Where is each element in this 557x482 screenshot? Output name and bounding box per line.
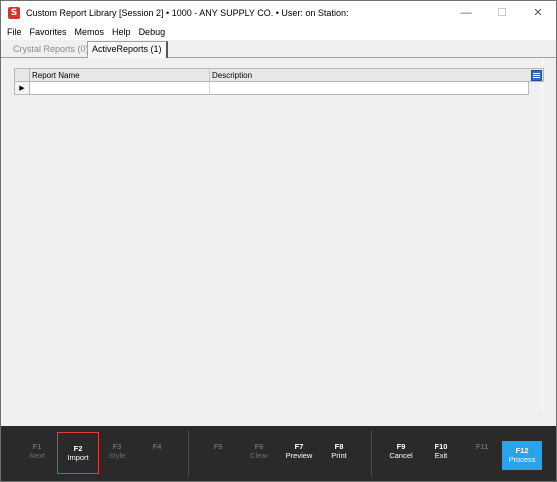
column-header-report-name[interactable]: Report Name	[30, 69, 210, 81]
column-header-description[interactable]: Description	[210, 69, 543, 81]
table-row[interactable]: ▶	[14, 82, 529, 95]
tab-crystal-reports-label: Crystal Reports (0)	[13, 44, 89, 54]
grid-header: Report Name Description	[14, 68, 544, 82]
window-controls: — ☐ ✕	[448, 1, 556, 24]
function-key-bar: F1 Next F2 Import F3 Style F4 F5 F6 Clea…	[1, 426, 556, 481]
tab-crystal-reports[interactable]: Crystal Reports (0)	[9, 42, 93, 58]
close-button[interactable]: ✕	[520, 1, 556, 24]
f11-button[interactable]: F11	[463, 442, 501, 472]
f7-key: F7	[294, 442, 304, 451]
menu-favorites[interactable]: Favorites	[30, 27, 67, 37]
report-panel	[4, 58, 543, 413]
f12-process-button[interactable]: F12 Process	[502, 441, 542, 470]
f3-style-button[interactable]: F3 Style	[98, 442, 136, 472]
cell-report-name[interactable]	[30, 82, 210, 94]
maximize-button[interactable]: ☐	[484, 1, 520, 24]
menu-debug[interactable]: Debug	[139, 27, 166, 37]
f3-label: Style	[108, 451, 126, 460]
f12-key: F12	[515, 446, 529, 455]
f10-label: Exit	[434, 451, 448, 460]
row-selector-header	[15, 69, 30, 81]
menu-file[interactable]: File	[7, 27, 22, 37]
tab-active-reports[interactable]: ActiveReports (1)	[87, 41, 168, 58]
menu-help[interactable]: Help	[112, 27, 131, 37]
f4-key: F4	[152, 442, 162, 451]
fkey-divider	[188, 430, 189, 477]
f4-button[interactable]: F4	[138, 442, 176, 472]
tab-active-reports-label: ActiveReports (1)	[92, 44, 162, 54]
f6-label: Clear	[250, 451, 268, 460]
minimize-button[interactable]: —	[448, 1, 484, 24]
menu-bar: File Favorites Memos Help Debug	[1, 24, 556, 40]
f12-label: Process	[508, 455, 536, 464]
f5-key: F5	[213, 442, 223, 451]
f6-key: F6	[254, 442, 264, 451]
f1-key: F1	[32, 442, 42, 451]
f7-label: Preview	[285, 451, 313, 460]
f2-label: Import	[67, 453, 89, 462]
menu-memos[interactable]: Memos	[75, 27, 105, 37]
f7-preview-button[interactable]: F7 Preview	[280, 442, 318, 472]
app-logo-icon: S	[8, 6, 20, 19]
column-chooser-icon[interactable]	[531, 70, 542, 81]
f9-cancel-button[interactable]: F9 Cancel	[382, 442, 420, 472]
current-row-arrow-icon: ▶	[15, 82, 30, 94]
f6-clear-button[interactable]: F6 Clear	[240, 442, 278, 472]
cell-description[interactable]	[210, 82, 528, 94]
app-window: S Custom Report Library [Session 2] • 10…	[0, 0, 557, 482]
window-title: Custom Report Library [Session 2] • 1000…	[26, 7, 349, 18]
f2-import-button[interactable]: F2 Import	[57, 432, 99, 474]
f1-next-button[interactable]: F1 Next	[18, 442, 56, 472]
report-tabs: Crystal Reports (0) ActiveReports (1)	[1, 40, 556, 58]
f1-label: Next	[29, 451, 45, 460]
f10-key: F10	[434, 442, 448, 451]
f9-key: F9	[396, 442, 406, 451]
title-bar[interactable]: S Custom Report Library [Session 2] • 10…	[1, 1, 556, 24]
f2-key: F2	[73, 444, 83, 453]
reports-grid: Report Name Description ▶	[14, 68, 544, 97]
f8-key: F8	[334, 442, 344, 451]
f8-print-button[interactable]: F8 Print	[320, 442, 358, 472]
f11-key: F11	[475, 442, 489, 451]
f9-label: Cancel	[389, 451, 413, 460]
fkey-divider	[371, 430, 372, 477]
f3-key: F3	[112, 442, 122, 451]
f8-label: Print	[331, 451, 347, 460]
f5-button[interactable]: F5	[199, 442, 237, 472]
f10-exit-button[interactable]: F10 Exit	[422, 442, 460, 472]
